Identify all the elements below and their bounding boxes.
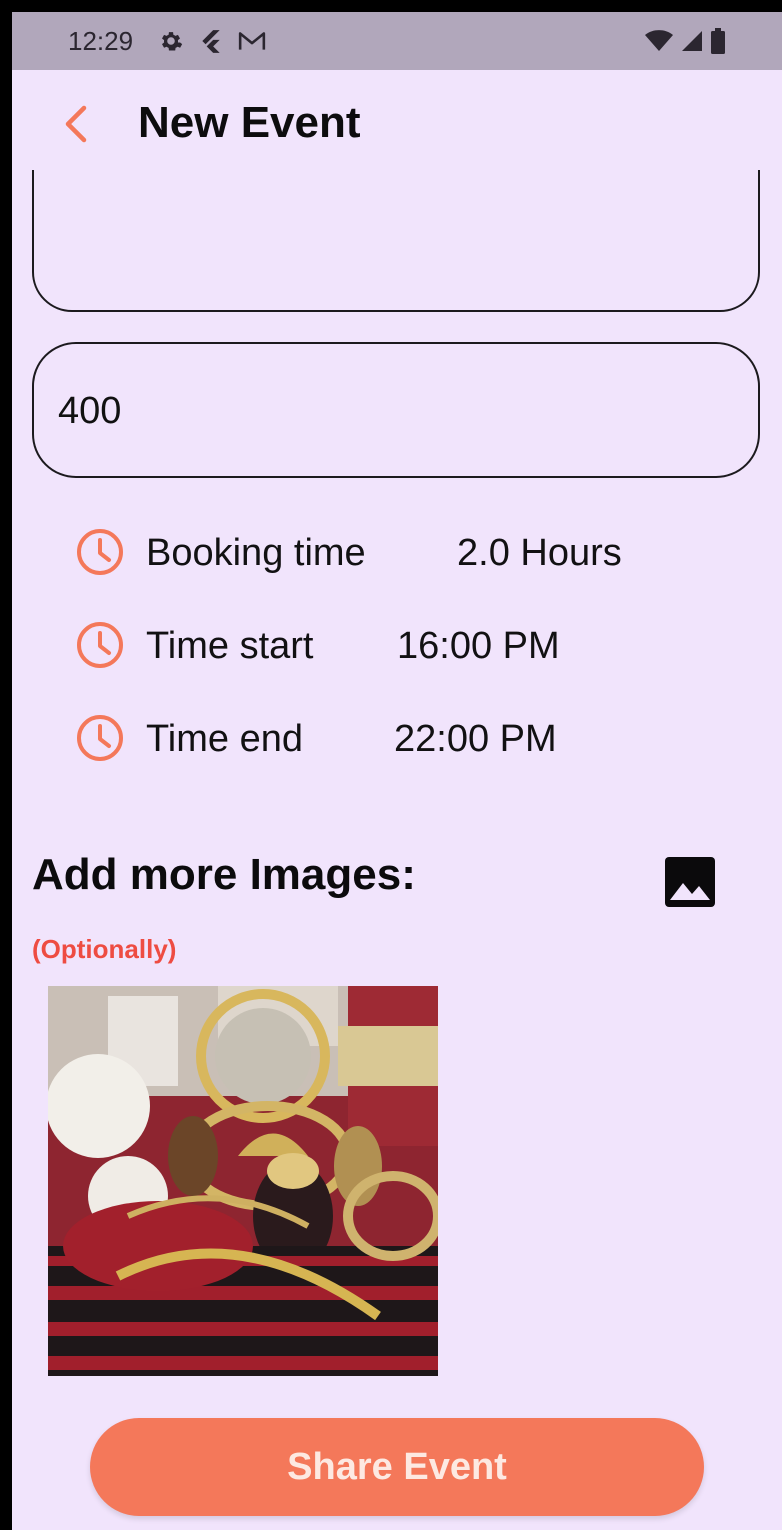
image-icon <box>665 857 715 907</box>
time-end-row[interactable]: Time end 22:00 PM <box>74 710 734 766</box>
gmail-icon <box>238 32 266 50</box>
status-time: 12:29 <box>68 26 134 56</box>
wifi-icon <box>645 30 673 51</box>
booking-time-row[interactable]: Booking time 2.0 Hours <box>74 524 734 580</box>
back-button[interactable] <box>58 102 94 146</box>
time-end-value: 22:00 PM <box>394 718 557 760</box>
share-event-label: Share Event <box>287 1445 507 1488</box>
signal-icon <box>682 31 702 51</box>
add-images-title: Add more Images: <box>32 850 416 899</box>
clock-icon <box>77 529 123 575</box>
app-screen: 12:29 New Event 400 Booking time 2.0 Hou… <box>12 12 782 1530</box>
share-event-button[interactable]: Share Event <box>90 1418 704 1516</box>
status-icons-right <box>644 28 726 54</box>
clock-icon <box>77 715 123 761</box>
app-bar: New Event <box>12 70 782 170</box>
booking-time-value: 2.0 Hours <box>457 532 622 574</box>
status-bar: 12:29 <box>12 12 782 70</box>
clock-icon <box>77 622 123 668</box>
event-photo-image <box>48 986 438 1376</box>
add-image-button[interactable] <box>662 854 718 910</box>
event-photo[interactable] <box>48 986 438 1376</box>
page-title: New Event <box>138 98 361 147</box>
form-scroll-area[interactable]: 400 Booking time 2.0 Hours Time start 16… <box>12 170 782 1530</box>
time-end-label: Time end <box>146 718 303 760</box>
description-field[interactable] <box>32 170 760 312</box>
booking-time-label: Booking time <box>146 532 366 574</box>
price-field[interactable]: 400 <box>32 342 760 478</box>
flutter-icon <box>202 30 220 53</box>
battery-icon <box>711 28 725 54</box>
price-value: 400 <box>58 390 122 432</box>
time-start-label: Time start <box>146 625 314 667</box>
status-icons-left <box>158 28 266 54</box>
settings-icon <box>162 32 183 51</box>
chevron-left-icon <box>65 105 87 143</box>
optional-note: (Optionally) <box>32 934 177 964</box>
time-start-row[interactable]: Time start 16:00 PM <box>74 617 734 673</box>
time-start-value: 16:00 PM <box>397 625 560 667</box>
